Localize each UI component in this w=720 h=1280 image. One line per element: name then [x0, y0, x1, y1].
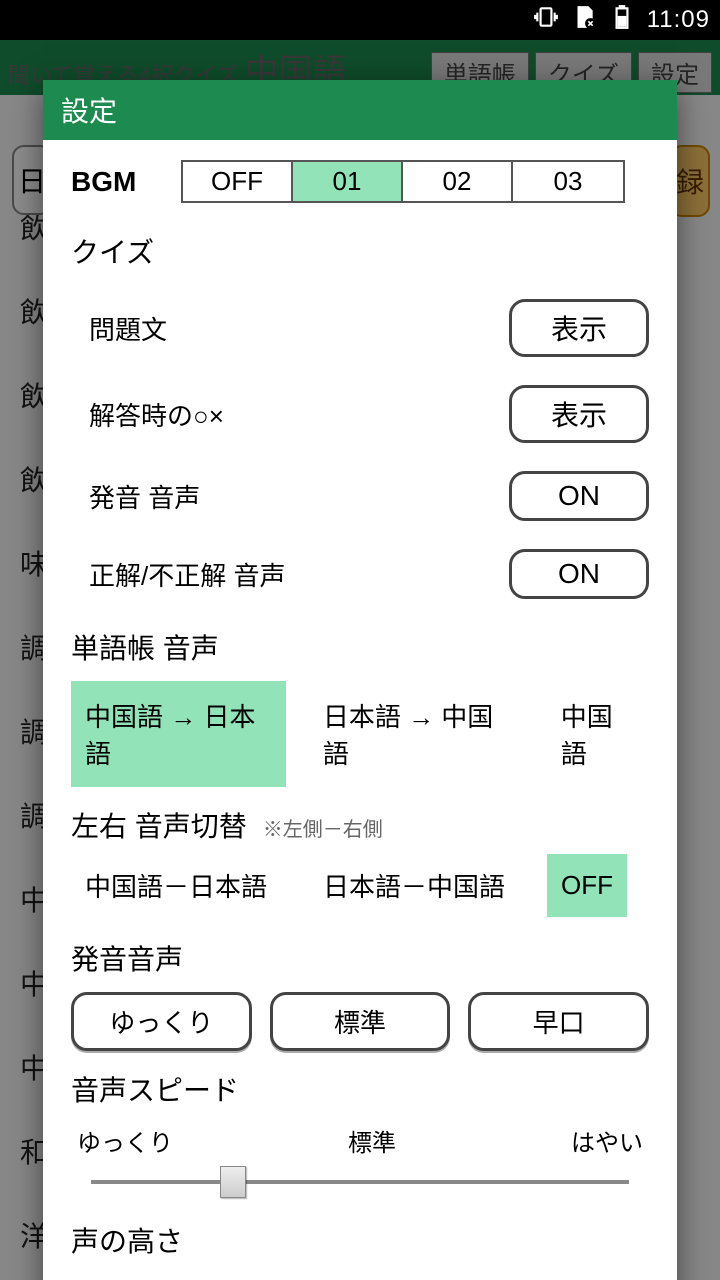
pitch-labels: 低い 標準 高い: [77, 1274, 643, 1280]
wordbook-chips: 中国語 → 日本語日本語 → 中国語中国語: [71, 681, 649, 787]
lr-switch-heading: 左右 音声切替: [71, 805, 247, 845]
bgm-label: BGM: [71, 166, 161, 198]
quiz-setting-label: 問題文: [89, 310, 167, 347]
bgm-option[interactable]: 01: [293, 162, 403, 201]
bgm-option[interactable]: OFF: [183, 162, 293, 201]
speech-rate-button[interactable]: ゆっくり: [71, 992, 252, 1051]
quiz-setting-label: 発音 音声: [89, 478, 200, 515]
app-background: 聞いて覚える4択クイズ 中国語 単語帳 クイズ 設定 日 録 飲飲飲飲味調調調中…: [0, 40, 720, 1280]
clock-text: 11:09: [647, 6, 710, 34]
status-bar: 11:09: [0, 0, 720, 40]
modal-body: BGM OFF010203 クイズ 問題文表示解答時の○×表示発音 音声ON正解…: [43, 140, 677, 1280]
bgm-option[interactable]: 03: [513, 162, 623, 201]
lr-switch-option[interactable]: 中国語－日本語: [71, 851, 281, 920]
quiz-setting-button[interactable]: 表示: [509, 299, 649, 357]
lr-switch-option[interactable]: OFF: [547, 854, 627, 917]
quiz-setting-row: 正解/不正解 音声 ON: [71, 535, 649, 613]
battery-icon: [609, 4, 635, 37]
quiz-setting-label: 正解/不正解 音声: [89, 556, 285, 593]
speech-rate-button[interactable]: 標準: [270, 992, 451, 1051]
lr-switch-chips: 中国語－日本語日本語－中国語 OFF: [71, 851, 649, 920]
quiz-setting-row: 問題文 表示: [71, 285, 649, 371]
wordbook-option[interactable]: 中国語 → 日本語: [71, 681, 286, 787]
wordbook-option[interactable]: 日本語 → 中国語: [309, 681, 524, 787]
sd-card-error-icon: [571, 4, 597, 37]
speech-rate-heading: 発音音声: [71, 938, 649, 978]
quiz-setting-button[interactable]: ON: [509, 549, 649, 599]
speed-labels: ゆっくり 標準 はやい: [77, 1123, 643, 1158]
speed-slider[interactable]: [91, 1162, 629, 1202]
bgm-row: BGM OFF010203: [71, 160, 649, 203]
vibrate-icon: [533, 4, 559, 37]
quiz-setting-button[interactable]: ON: [509, 471, 649, 521]
modal-title: 設定: [43, 80, 677, 140]
speech-rate-buttons: ゆっくり標準早口: [71, 992, 649, 1051]
quiz-setting-label: 解答時の○×: [89, 396, 224, 433]
lr-switch-note: ※左側－右側: [263, 813, 383, 842]
settings-modal: 設定 BGM OFF010203 クイズ 問題文表示解答時の○×表示発音 音声O…: [43, 80, 677, 1280]
speed-slider-thumb[interactable]: [220, 1166, 246, 1198]
modal-overlay: 設定 BGM OFF010203 クイズ 問題文表示解答時の○×表示発音 音声O…: [0, 40, 720, 1280]
bgm-segment: OFF010203: [181, 160, 625, 203]
quiz-setting-row: 発音 音声 ON: [71, 457, 649, 535]
speed-heading: 音声スピード: [71, 1069, 649, 1109]
quiz-heading: クイズ: [71, 231, 649, 271]
wordbook-heading: 単語帳 音声: [71, 627, 649, 667]
lr-switch-option[interactable]: 日本語－中国語: [309, 851, 519, 920]
wordbook-option[interactable]: 中国語: [547, 681, 649, 787]
bgm-option[interactable]: 02: [403, 162, 513, 201]
quiz-setting-row: 解答時の○× 表示: [71, 371, 649, 457]
pitch-heading: 声の高さ: [71, 1220, 649, 1260]
speech-rate-button[interactable]: 早口: [468, 992, 649, 1051]
quiz-setting-button[interactable]: 表示: [509, 385, 649, 443]
